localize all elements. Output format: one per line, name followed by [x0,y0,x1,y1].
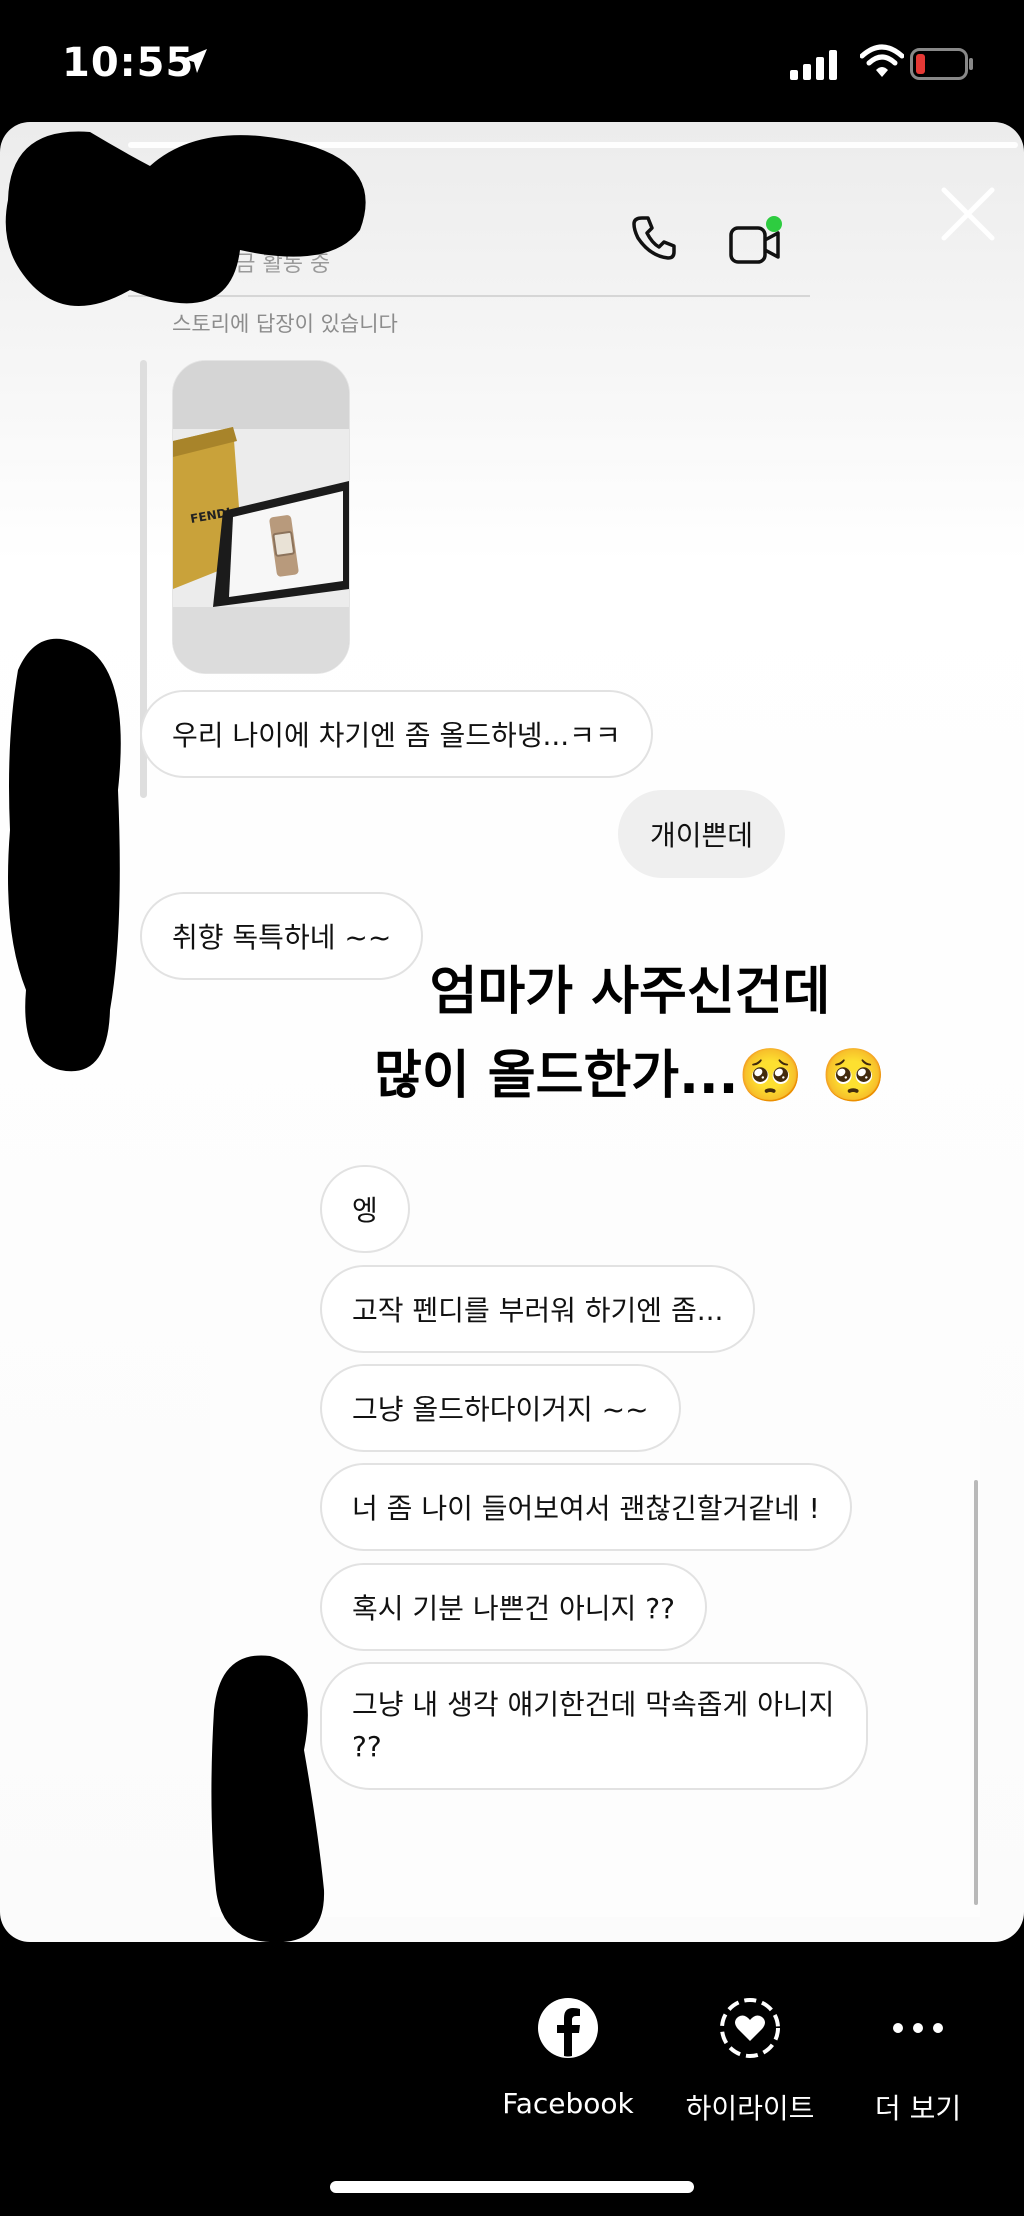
facebook-share-button[interactable]: Facebook [500,1995,636,2155]
message-bubble-received[interactable]: 혹시 기분 나쁜건 아니지 ?? [320,1563,707,1651]
message-bubble-received[interactable]: 우리 나이에 차기엔 좀 올드하넹...ㅋㅋ [140,690,653,778]
message-bubble-sent[interactable]: 개이쁜데 [618,790,786,878]
caption-line-2: 많이 올드한가...🥺 🥺 [373,1046,886,1106]
wifi-icon [860,44,904,77]
home-indicator[interactable] [330,2181,694,2193]
fendi-watch-photo: FENDI [173,361,349,673]
message-bubble-received[interactable]: 너 좀 나이 들어보여서 괜찮긴할거같네 ! [320,1463,852,1551]
more-dots-icon [893,2023,943,2033]
status-time: 10:55 [62,40,195,86]
story-action-bar: Facebook 하이라이트 더 보기 [0,1945,1024,2216]
signal-icon [790,50,837,80]
message-bubble-received[interactable]: 엥 [320,1165,410,1253]
caption-line-1: 엄마가 사주신건데 [429,962,831,1022]
message-bubble-received[interactable]: 그냥 올드하다이거지 ~~ [320,1364,681,1452]
highlight-label: 하이라이트 [685,2092,815,2125]
story-thumbnail[interactable]: FENDI [172,360,350,674]
location-arrow-icon [183,49,207,73]
close-icon[interactable] [940,186,996,242]
highlight-button[interactable]: 하이라이트 [680,1995,820,2155]
redaction-scribble [211,1655,325,1943]
facebook-label: Facebook [502,2087,634,2120]
redaction-scribble [8,638,121,1072]
more-label: 더 보기 [874,2092,962,2125]
battery-low-icon [910,48,973,80]
status-bar: 10:55 [0,0,1024,120]
story-caption: 엄마가 사주신건데 많이 올드한가...🥺 🥺 [350,950,910,1118]
message-bubble-received[interactable]: 그냥 내 생각 얘기한건데 막속좁게 아니지 ?? [320,1662,868,1790]
redaction-scribble [5,131,366,306]
facebook-icon [538,1998,598,2058]
scrollbar[interactable] [974,1480,978,1905]
more-button[interactable]: 더 보기 [860,1995,976,2155]
highlight-heart-icon [720,1998,780,2058]
message-bubble-received[interactable]: 고작 펜디를 부러워 하기엔 좀... [320,1265,756,1353]
phone-icon[interactable] [628,212,680,264]
video-call-icon[interactable] [728,214,788,270]
